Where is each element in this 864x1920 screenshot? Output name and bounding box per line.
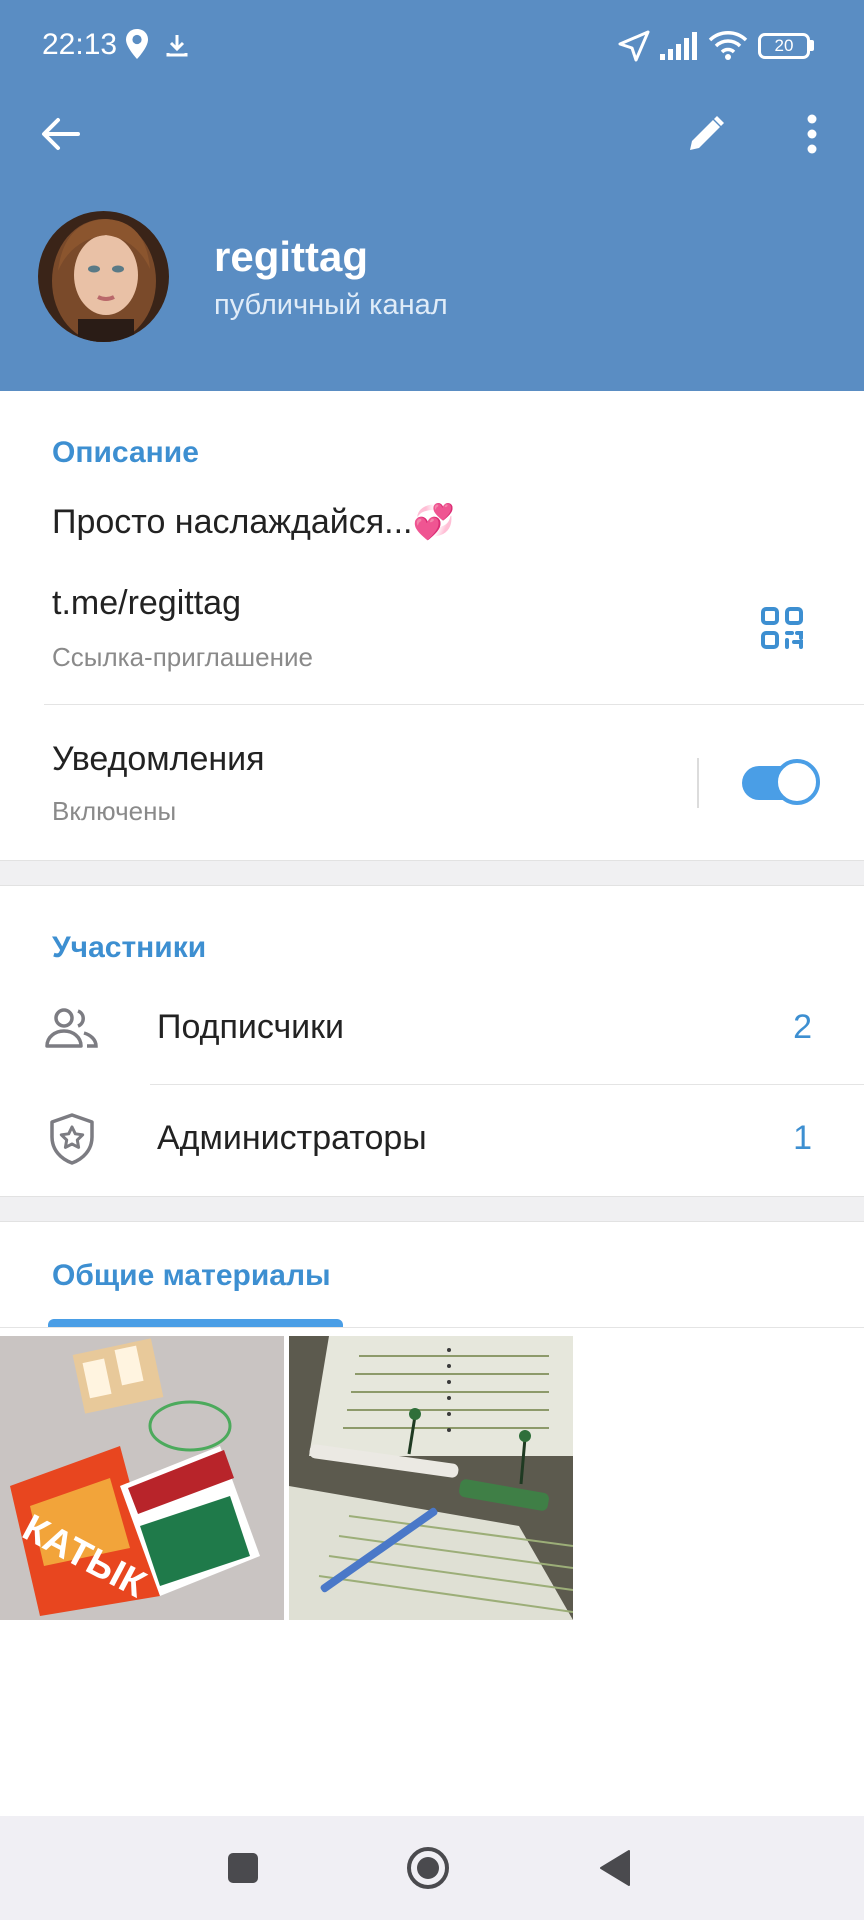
status-bar: 22:13 20: [0, 0, 864, 92]
tab-underline: [48, 1319, 343, 1327]
section-gap: [0, 1196, 864, 1222]
notifications-status: Включены: [52, 796, 177, 826]
admins-count: 1: [793, 1119, 812, 1157]
channel-type: публичный канал: [214, 289, 448, 321]
signal-icon: [660, 32, 700, 65]
people-icon: [44, 1006, 100, 1055]
recent-apps-icon[interactable]: [211, 1836, 275, 1900]
qr-code-icon[interactable]: [760, 606, 804, 655]
channel-name: regittag: [214, 233, 369, 280]
back-triangle-icon[interactable]: [583, 1836, 647, 1900]
admins-label: Администраторы: [157, 1119, 427, 1157]
toggle-knob[interactable]: [774, 759, 820, 805]
back-arrow-icon[interactable]: [32, 106, 88, 162]
section-gap: [0, 860, 864, 886]
location-pin-icon: [124, 28, 150, 65]
section-title-description: Описание: [52, 436, 199, 469]
divider: [0, 1327, 864, 1328]
wifi-icon: [708, 30, 748, 65]
tab-shared-media[interactable]: Общие материалы: [52, 1259, 331, 1293]
battery-icon: 20: [758, 33, 810, 59]
invite-link-caption: Ссылка-приглашение: [52, 642, 313, 672]
subscribers-count: 2: [793, 1008, 812, 1046]
status-time: 22:13: [42, 28, 118, 61]
channel-avatar[interactable]: [38, 211, 169, 342]
more-vertical-icon[interactable]: [784, 106, 840, 162]
admin-shield-icon: [48, 1112, 96, 1171]
navigation-arrow-icon: [618, 30, 650, 67]
download-icon: [166, 33, 188, 62]
invite-link[interactable]: t.me/regittag: [52, 584, 241, 623]
channel-header: 22:13 20 regittag публичный канал: [0, 0, 864, 391]
divider: [150, 1084, 864, 1085]
divider: [44, 704, 864, 705]
channel-description: Просто наслаждайся...💞: [52, 503, 455, 541]
home-icon[interactable]: [396, 1836, 460, 1900]
toggle-separator: [697, 758, 699, 808]
media-item[interactable]: КАТЫК: [0, 1336, 284, 1620]
pencil-icon[interactable]: [678, 106, 734, 162]
notifications-label: Уведомления: [52, 740, 265, 778]
section-title-members: Участники: [52, 931, 207, 964]
battery-tip: [810, 40, 814, 51]
subscribers-label: Подписчики: [157, 1008, 345, 1046]
media-item[interactable]: [289, 1336, 573, 1620]
